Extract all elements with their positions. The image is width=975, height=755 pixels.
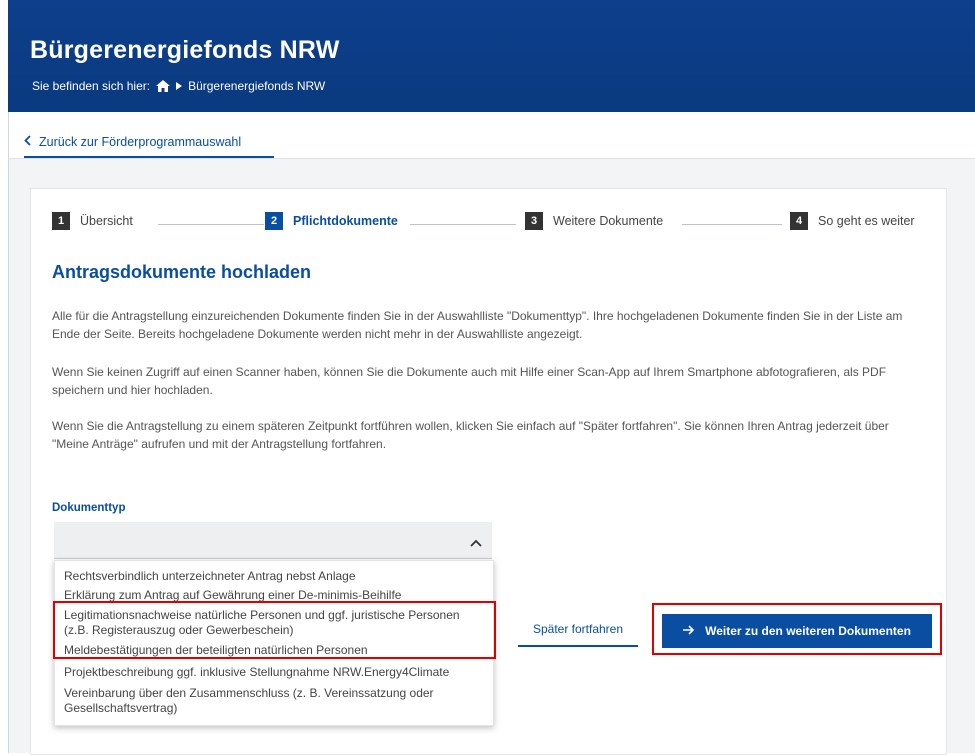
back-link-label: Zurück zur Förderprogrammauswahl (39, 135, 242, 149)
info-paragraph: Alle für die Antragstellung einzureichen… (52, 309, 903, 341)
step-next-steps: 4 So geht es weiter (790, 212, 915, 230)
step-number: 2 (265, 212, 283, 230)
step-number: 3 (525, 212, 543, 230)
chevron-left-icon (24, 135, 31, 149)
document-type-label: Dokumenttyp (52, 502, 126, 514)
stepper-connector (410, 224, 516, 225)
info-paragraph: Wenn Sie die Antragstellung zu einem spä… (52, 419, 889, 451)
document-type-select[interactable] (54, 522, 492, 559)
highlight-frame-button (652, 603, 942, 655)
breadcrumb-prefix: Sie befinden sich hier: (32, 79, 151, 93)
page-header: Bürgerenergiefonds NRW Sie befinden sich… (8, 0, 975, 112)
step-overview: 1 Übersicht (52, 212, 133, 230)
breadcrumb-arrow-icon (176, 82, 183, 90)
step-number: 1 (52, 212, 70, 230)
stepper-connector (682, 224, 782, 225)
info-paragraph: Wenn Sie keinen Zugriff auf einen Scanne… (52, 365, 887, 397)
stepper-connector (158, 224, 264, 225)
step-label: Weitere Dokumente (553, 214, 664, 228)
step-number: 4 (790, 212, 808, 230)
back-to-programs-link[interactable]: Zurück zur Förderprogrammauswahl (24, 128, 274, 158)
step-label: Pflichtdokumente (293, 214, 398, 228)
step-further-documents: 3 Weitere Dokumente (525, 212, 663, 230)
dropdown-option[interactable]: Projektbeschreibung ggf. inklusive Stell… (64, 665, 489, 680)
page-title: Bürgerenergiefonds NRW (30, 36, 340, 64)
step-label: So geht es weiter (818, 214, 915, 228)
home-icon[interactable] (156, 80, 171, 92)
breadcrumb: Sie befinden sich hier: Bürgerenergiefon… (32, 79, 325, 93)
highlight-frame-options (53, 601, 496, 659)
chevron-up-icon[interactable] (470, 534, 482, 552)
breadcrumb-current: Bürgerenergiefonds NRW (188, 79, 326, 93)
dropdown-option[interactable]: Vereinbarung über den Zusammenschluss (z… (64, 686, 464, 716)
step-required-documents: 2 Pflichtdokumente (265, 212, 398, 230)
continue-later-button[interactable]: Später fortfahren (518, 619, 638, 647)
dropdown-option[interactable]: Rechtsverbindlich unterzeichneter Antrag… (64, 569, 489, 584)
progress-stepper: 1 Übersicht 2 Pflichtdokumente 3 Weitere… (52, 212, 922, 236)
section-heading: Antragsdokumente hochladen (52, 262, 312, 282)
step-label: Übersicht (80, 214, 133, 228)
